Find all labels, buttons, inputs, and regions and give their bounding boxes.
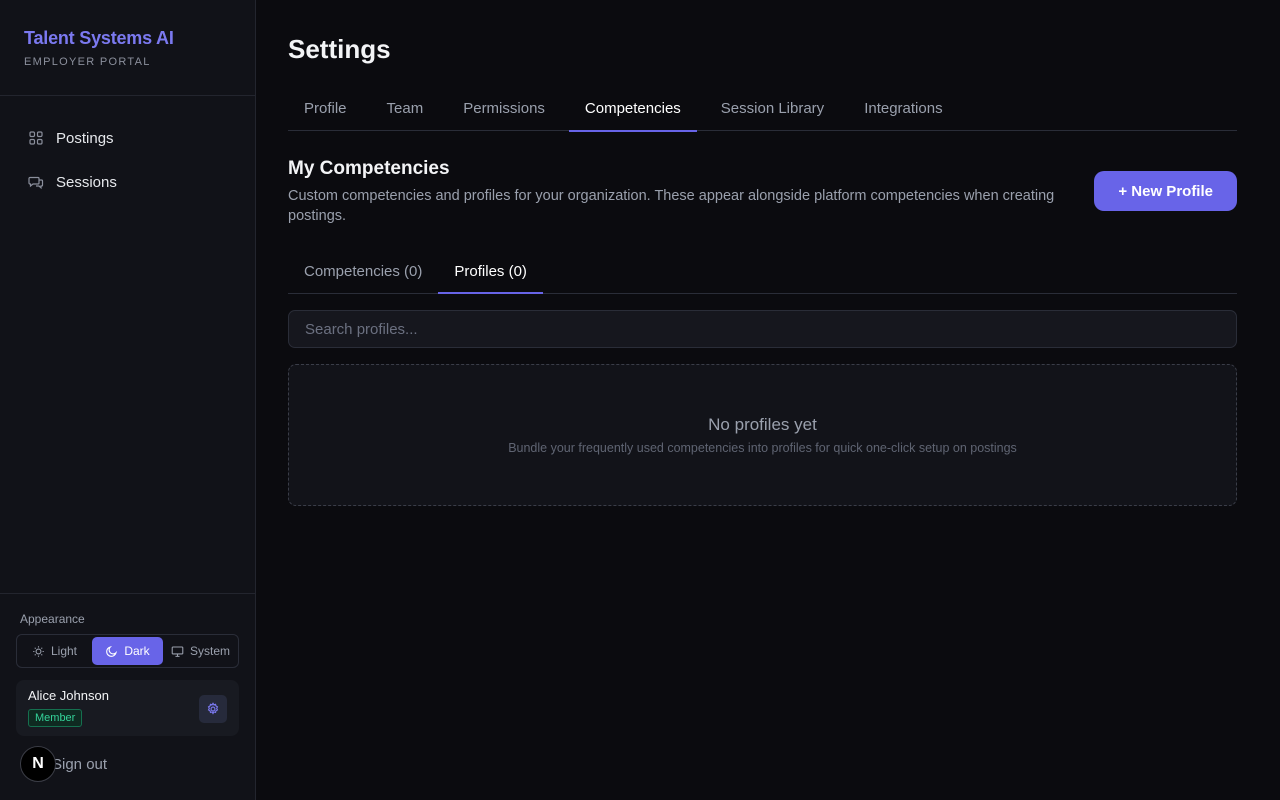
- sidebar-nav: Postings Sessions: [0, 96, 255, 204]
- user-card: Alice Johnson Member: [16, 680, 239, 736]
- theme-system-button[interactable]: System: [165, 637, 236, 665]
- tab-competencies[interactable]: Competencies: [568, 86, 697, 132]
- brand: Talent Systems AI EMPLOYER PORTAL: [0, 0, 255, 96]
- sidebar-item-sessions[interactable]: Sessions: [0, 160, 255, 204]
- empty-subtitle: Bundle your frequently used competencies…: [508, 441, 1017, 455]
- tab-profile[interactable]: Profile: [288, 86, 363, 131]
- sun-icon: [33, 645, 44, 657]
- tab-session-library[interactable]: Session Library: [705, 86, 840, 131]
- empty-state: No profiles yet Bundle your frequently u…: [288, 364, 1237, 506]
- tab-integrations[interactable]: Integrations: [848, 86, 958, 131]
- empty-title: No profiles yet: [708, 415, 817, 434]
- grid-icon: [28, 130, 44, 146]
- theme-dark-button[interactable]: Dark: [92, 637, 163, 665]
- tab-team[interactable]: Team: [371, 86, 440, 131]
- monitor-icon: [171, 646, 184, 657]
- sidebar-bottom: Appearance Light Dark System Alice Johns…: [0, 593, 255, 736]
- theme-dark-label: Dark: [124, 644, 150, 658]
- brand-subtitle: EMPLOYER PORTAL: [24, 56, 151, 68]
- theme-light-label: Light: [50, 644, 78, 658]
- theme-light-button[interactable]: Light: [19, 637, 90, 665]
- page-title: Settings: [288, 34, 391, 64]
- moon-icon: [106, 645, 118, 657]
- user-name: Alice Johnson: [28, 688, 109, 703]
- competency-subtabs: Competencies (0) Profiles (0): [288, 250, 1237, 294]
- settings-tabs: Profile Team Permissions Competencies Se…: [288, 86, 1237, 132]
- signout-button[interactable]: Sign out: [52, 756, 107, 773]
- gear-icon: [207, 702, 219, 715]
- sidebar-item-label: Sessions: [56, 173, 117, 191]
- tab-permissions[interactable]: Permissions: [447, 86, 561, 131]
- theme-toggle: Light Dark System: [16, 634, 239, 668]
- sidebar: Talent Systems AI EMPLOYER PORTAL Postin…: [0, 0, 256, 800]
- subtab-profiles[interactable]: Profiles (0): [438, 250, 543, 294]
- new-profile-button[interactable]: + New Profile: [1094, 171, 1237, 211]
- section-description: Custom competencies and profiles for you…: [288, 188, 1055, 224]
- chat-icon: [28, 174, 44, 190]
- sidebar-item-label: Postings: [56, 129, 114, 147]
- brand-title[interactable]: Talent Systems AI: [24, 28, 231, 48]
- user-settings-button[interactable]: [199, 695, 227, 723]
- search-input[interactable]: [288, 310, 1237, 348]
- role-badge: Member: [28, 709, 83, 727]
- n-badge[interactable]: N: [20, 746, 56, 782]
- appearance-label: Appearance: [20, 612, 85, 626]
- sidebar-item-postings[interactable]: Postings: [0, 116, 255, 160]
- theme-system-label: System: [189, 644, 230, 658]
- signout-area: N Sign out: [20, 746, 107, 782]
- section-title: My Competencies: [288, 158, 450, 179]
- subtab-competencies[interactable]: Competencies (0): [288, 250, 438, 293]
